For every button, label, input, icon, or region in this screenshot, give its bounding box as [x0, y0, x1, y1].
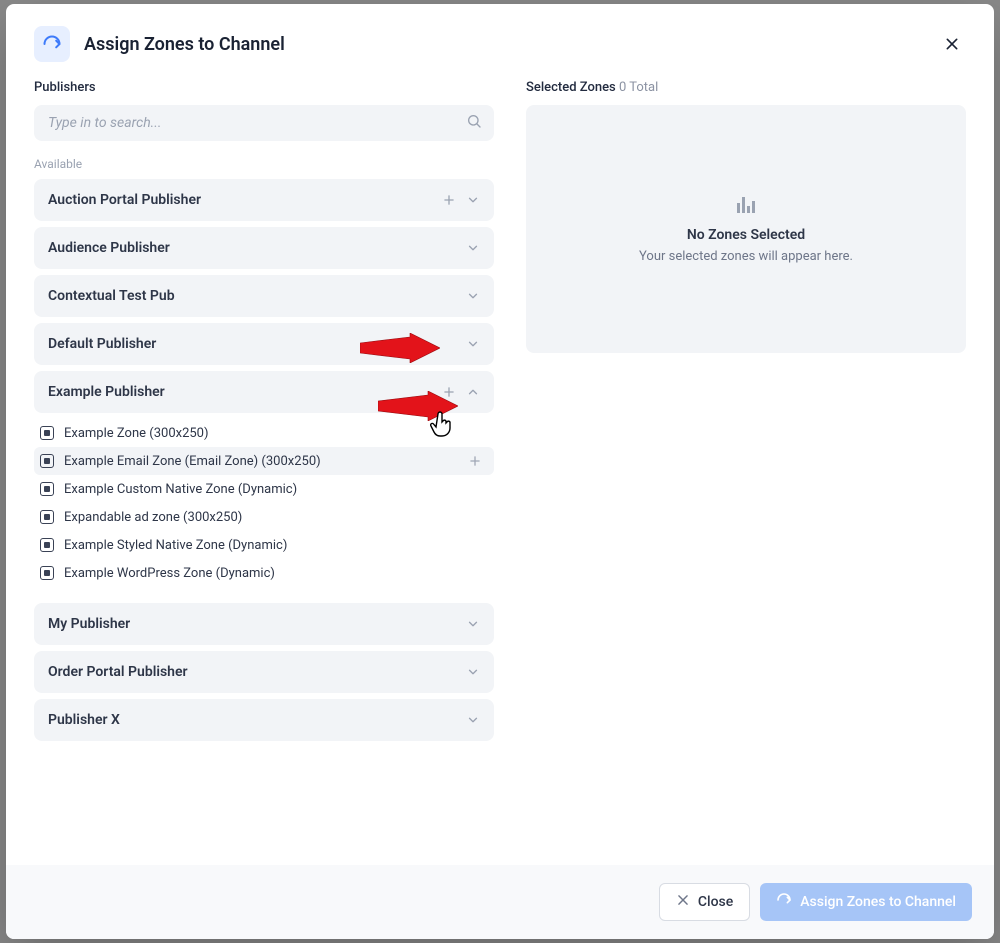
chevron-down-icon[interactable]	[466, 193, 480, 207]
chevron-down-icon[interactable]	[466, 713, 480, 727]
plus-icon[interactable]	[468, 454, 482, 468]
modal-body: Publishers Available Auction Portal Publ…	[6, 80, 994, 865]
publishers-label: Publishers	[34, 80, 494, 95]
plus-icon[interactable]	[442, 193, 456, 207]
zone-row[interactable]: Expandable ad zone (300x250)	[34, 503, 494, 531]
empty-subtitle: Your selected zones will appear here.	[639, 249, 853, 264]
publisher-name: Contextual Test Pub	[48, 288, 175, 304]
zone-row[interactable]: Example Zone (300x250)	[34, 419, 494, 447]
zone-name: Example Custom Native Zone (Dynamic)	[64, 482, 297, 497]
zone-row-actions	[468, 454, 482, 468]
publisher-row[interactable]: Order Portal Publisher	[34, 651, 494, 693]
zone-name: Example Email Zone (Email Zone) (300x250…	[64, 454, 321, 469]
selected-zones-label: Selected Zones 0 Total	[526, 80, 966, 95]
selected-zones-empty: No Zones Selected Your selected zones wi…	[526, 105, 966, 353]
available-label: Available	[34, 157, 494, 171]
chevron-down-icon[interactable]	[466, 241, 480, 255]
publisher-row[interactable]: Audience Publisher	[34, 227, 494, 269]
empty-title: No Zones Selected	[687, 227, 805, 243]
publisher-name: Audience Publisher	[48, 240, 170, 256]
publisher-row-actions	[466, 713, 480, 727]
publisher-row[interactable]: Contextual Test Pub	[34, 275, 494, 317]
close-button-label: Close	[698, 894, 733, 910]
publisher-row[interactable]: Publisher X	[34, 699, 494, 741]
plus-icon[interactable]	[442, 385, 456, 399]
publisher-row[interactable]: Default Publisher	[34, 323, 494, 365]
publishers-column: Publishers Available Auction Portal Publ…	[34, 80, 494, 865]
publisher-row[interactable]: Example Publisher	[34, 371, 494, 413]
zone-icon	[40, 454, 54, 468]
publisher-row-actions	[442, 193, 480, 207]
publisher-row[interactable]: Auction Portal Publisher	[34, 179, 494, 221]
publisher-row-actions	[466, 665, 480, 679]
zone-icon	[40, 538, 54, 552]
zone-row[interactable]: Example Email Zone (Email Zone) (300x250…	[34, 447, 494, 475]
selected-zones-label-text: Selected Zones	[526, 80, 616, 95]
publisher-name: Default Publisher	[48, 336, 156, 352]
zone-name: Example WordPress Zone (Dynamic)	[64, 566, 275, 581]
close-icon[interactable]	[938, 30, 966, 58]
assign-button-label: Assign Zones to Channel	[800, 894, 956, 910]
publisher-name: Publisher X	[48, 712, 120, 728]
selected-zones-column: Selected Zones 0 Total No Zones Selected…	[526, 80, 966, 865]
selected-zones-count: 0 Total	[619, 80, 658, 95]
zone-row[interactable]: Example Custom Native Zone (Dynamic)	[34, 475, 494, 503]
publisher-list: Auction Portal Publisher Audience Publish…	[34, 179, 494, 741]
publisher-row-actions	[466, 289, 480, 303]
empty-state-icon	[737, 195, 755, 213]
publisher-name: Order Portal Publisher	[48, 664, 188, 680]
publisher-row-actions	[466, 617, 480, 631]
assign-icon	[34, 26, 70, 62]
chevron-down-icon[interactable]	[466, 337, 480, 351]
publisher-row-actions	[466, 241, 480, 255]
close-button[interactable]: Close	[659, 883, 750, 921]
modal-title: Assign Zones to Channel	[84, 34, 285, 55]
zone-icon	[40, 510, 54, 524]
chevron-down-icon[interactable]	[466, 665, 480, 679]
zone-name: Expandable ad zone (300x250)	[64, 510, 242, 525]
publisher-row-actions	[466, 337, 480, 351]
assign-icon-small	[776, 892, 792, 912]
zone-row[interactable]: Example WordPress Zone (Dynamic)	[34, 559, 494, 587]
zone-icon	[40, 566, 54, 580]
close-icon-small	[676, 893, 690, 911]
modal-footer: Close Assign Zones to Channel	[6, 865, 994, 939]
publisher-name: My Publisher	[48, 616, 130, 632]
chevron-down-icon[interactable]	[466, 617, 480, 631]
publisher-name: Auction Portal Publisher	[48, 192, 201, 208]
modal-header: Assign Zones to Channel	[6, 4, 994, 80]
search-input[interactable]	[34, 105, 494, 141]
search-icon	[466, 113, 482, 133]
publisher-name: Example Publisher	[48, 384, 165, 400]
assign-button[interactable]: Assign Zones to Channel	[760, 883, 972, 921]
publisher-row-actions	[442, 385, 480, 399]
zone-icon	[40, 482, 54, 496]
publisher-row[interactable]: My Publisher	[34, 603, 494, 645]
chevron-up-icon[interactable]	[466, 385, 480, 399]
zone-name: Example Styled Native Zone (Dynamic)	[64, 538, 287, 553]
assign-zones-modal: Assign Zones to Channel Publishers Avail…	[6, 4, 994, 939]
chevron-down-icon[interactable]	[466, 289, 480, 303]
zone-name: Example Zone (300x250)	[64, 426, 209, 441]
search-wrap	[34, 105, 494, 141]
zone-row[interactable]: Example Styled Native Zone (Dynamic)	[34, 531, 494, 559]
zone-icon	[40, 426, 54, 440]
